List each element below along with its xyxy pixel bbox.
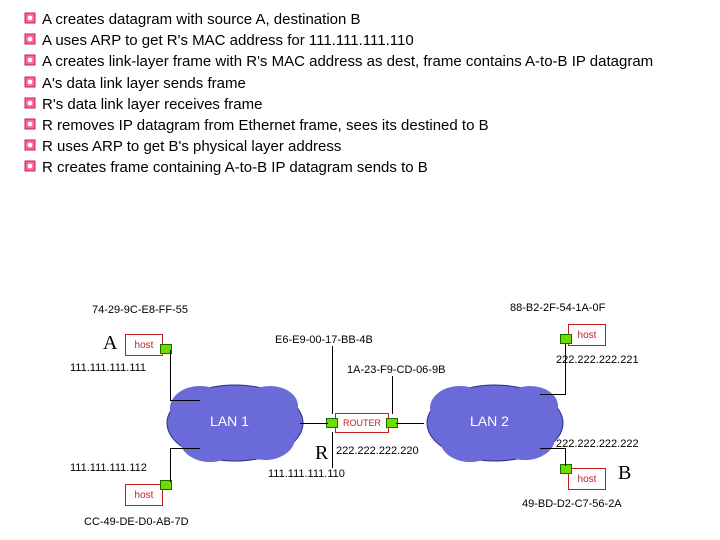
host-b: host [568, 468, 606, 490]
host-2-text: host [135, 490, 154, 501]
bullet-text: R removes IP datagram from Ethernet fram… [42, 116, 700, 135]
bullet-item: R removes IP datagram from Ethernet fram… [24, 116, 700, 135]
wire [170, 448, 200, 449]
bullet-text: A creates link-layer frame with R's MAC … [42, 52, 700, 71]
bullet-item: A creates datagram with source A, destin… [24, 10, 700, 29]
mac-r-right: 1A-23-F9-CD-06-9B [347, 364, 445, 376]
ip-a: 111.111.111.111 [70, 362, 146, 374]
router: ROUTER [335, 413, 389, 433]
wire [392, 376, 393, 414]
bullet-item: R creates frame containing A-to-B IP dat… [24, 158, 700, 177]
ip-r-left: 111.111.111.110 [268, 468, 345, 480]
bullet-item: A uses ARP to get R's MAC address for 11… [24, 31, 700, 50]
mac-r-left: E6-E9-00-17-BB-4B [275, 334, 373, 346]
bullet-text: R's data link layer receives frame [42, 95, 700, 114]
ip-host2: 111.111.111.112 [70, 462, 147, 474]
bullet-icon [24, 12, 42, 24]
host-a-text: host [135, 340, 154, 351]
host-tr: host [568, 324, 606, 346]
wire [332, 432, 333, 468]
bullet-text: R creates frame containing A-to-B IP dat… [42, 158, 700, 177]
ip-b: 222.222.222.222 [556, 438, 639, 450]
host-tr-text: host [578, 330, 597, 341]
wire [170, 400, 200, 401]
lan2-label: LAN 2 [470, 413, 509, 429]
bullet-text: A's data link layer sends frame [42, 74, 700, 93]
bullet-text: A uses ARP to get R's MAC address for 11… [42, 31, 700, 50]
mac-b: 49-BD-D2-C7-56-2A [522, 498, 622, 510]
host-2: host [125, 484, 163, 506]
wire [565, 344, 566, 394]
bullet-list: A creates datagram with source A, destin… [0, 0, 720, 178]
wire [170, 350, 171, 400]
bullet-item: A's data link layer sends frame [24, 74, 700, 93]
wire [170, 448, 171, 482]
mac-host2: CC-49-DE-D0-AB-7D [84, 516, 189, 528]
wire [540, 394, 566, 395]
wire [332, 346, 333, 414]
host-a: host [125, 334, 163, 356]
bullet-icon [24, 33, 42, 45]
bullet-icon [24, 54, 42, 66]
host-b-text: host [578, 474, 597, 485]
wire [565, 448, 566, 466]
wire [300, 423, 328, 424]
bullet-icon [24, 160, 42, 172]
bullet-text: R uses ARP to get B's physical layer add… [42, 137, 700, 156]
ip-tr: 222.222.222.221 [556, 354, 639, 366]
bullet-item: A creates link-layer frame with R's MAC … [24, 52, 700, 71]
ip-r-right: 222.222.222.220 [336, 445, 419, 457]
nic-tr [560, 334, 572, 344]
wire [540, 448, 566, 449]
wire [396, 423, 424, 424]
bullet-icon [24, 97, 42, 109]
bullet-item: R uses ARP to get B's physical layer add… [24, 137, 700, 156]
label-a: A [103, 332, 117, 355]
bullet-icon [24, 76, 42, 88]
bullet-item: R's data link layer receives frame [24, 95, 700, 114]
bullet-text: A creates datagram with source A, destin… [42, 10, 700, 29]
nic-b [560, 464, 572, 474]
label-r: R [315, 442, 328, 465]
label-b: B [618, 462, 631, 485]
mac-tr: 88-B2-2F-54-1A-0F [510, 302, 605, 314]
router-text: ROUTER [343, 418, 381, 428]
lan1-label: LAN 1 [210, 413, 249, 429]
bullet-icon [24, 118, 42, 130]
bullet-icon [24, 139, 42, 151]
network-diagram: LAN 1 LAN 2 host A 74-29-9C-E8-FF-55 111… [70, 298, 700, 538]
mac-a: 74-29-9C-E8-FF-55 [92, 304, 188, 316]
